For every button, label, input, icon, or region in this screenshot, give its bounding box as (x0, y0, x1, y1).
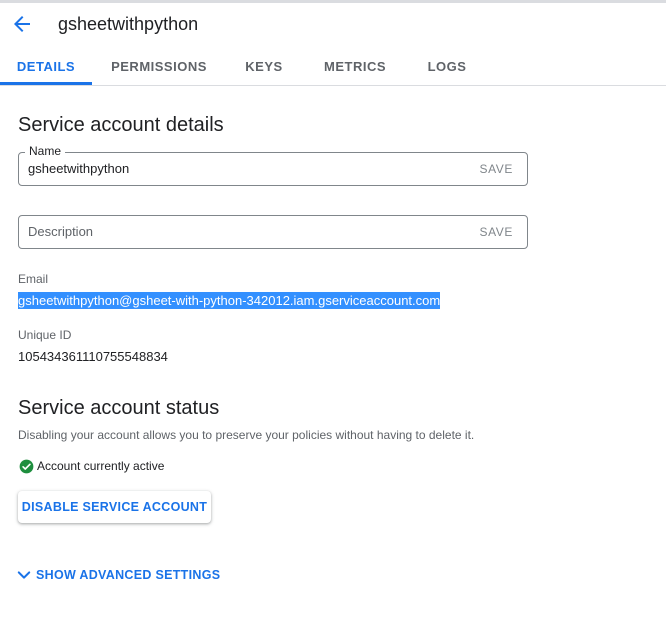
chevron-down-icon (17, 571, 31, 579)
back-button[interactable] (10, 12, 34, 36)
check-circle-icon (19, 459, 34, 473)
status-text: Account currently active (37, 459, 165, 473)
status-heading: Service account status (18, 397, 220, 419)
disable-service-account-button[interactable]: DISABLE SERVICE ACCOUNT (18, 491, 211, 523)
status-indicator: Account currently active (19, 458, 164, 474)
show-advanced-settings-label: SHOW ADVANCED SETTINGS (36, 568, 221, 582)
status-description: Disabling your account allows you to pre… (18, 428, 475, 442)
tab-metrics[interactable]: METRICS (318, 48, 392, 85)
name-field[interactable]: Name gsheetwithpython SAVE (18, 144, 528, 186)
arrow-left-icon (14, 16, 30, 32)
unique-id-value: 105434361110755548834 (18, 349, 168, 364)
tab-keys[interactable]: KEYS (236, 48, 292, 85)
name-field-label: Name (25, 144, 66, 158)
active-tab-indicator (0, 82, 92, 85)
description-field[interactable]: SAVE (18, 215, 528, 249)
name-save-button[interactable]: SAVE (479, 162, 513, 176)
name-input[interactable]: gsheetwithpython (28, 161, 448, 176)
details-heading: Service account details (18, 114, 224, 136)
tab-permissions[interactable]: PERMISSIONS (104, 48, 214, 85)
show-advanced-settings-toggle[interactable]: SHOW ADVANCED SETTINGS (15, 566, 220, 584)
email-value[interactable]: gsheetwithpython@gsheet-with-python-3420… (18, 292, 441, 309)
tab-bar: DETAILS PERMISSIONS KEYS METRICS LOGS (0, 48, 666, 86)
unique-id-label: Unique ID (18, 328, 72, 342)
tab-details[interactable]: DETAILS (0, 48, 92, 85)
email-label: Email (18, 272, 49, 286)
tab-logs[interactable]: LOGS (420, 48, 474, 85)
page-title: gsheetwithpython (58, 14, 199, 34)
page-header: gsheetwithpython (0, 3, 666, 48)
email-value-container: gsheetwithpython@gsheet-with-python-3420… (18, 292, 441, 309)
description-input[interactable] (28, 224, 448, 239)
description-save-button[interactable]: SAVE (479, 225, 513, 239)
